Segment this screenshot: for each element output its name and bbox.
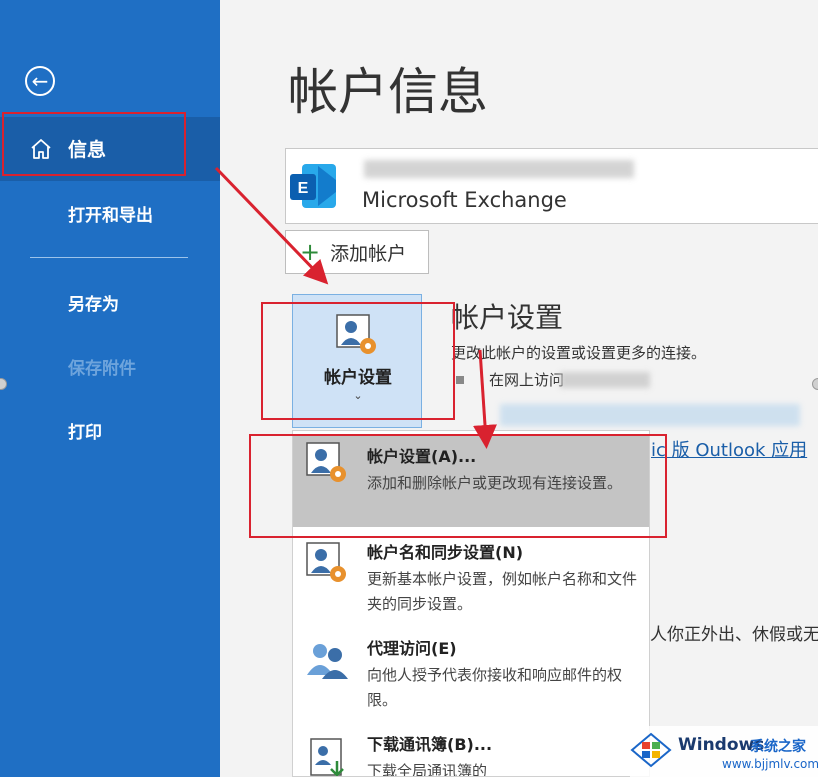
menu-item-description: 下载全局通讯簿的	[367, 762, 488, 777]
account-type: Microsoft Exchange	[362, 188, 567, 212]
annotation-box-account-settings	[261, 302, 455, 420]
out-of-office-text: 人你正外出、休假或无	[650, 625, 818, 645]
address-book-icon	[310, 738, 344, 776]
sidebar-divider	[30, 257, 188, 258]
watermark: Windows 系统之家 www.bjjmlv.com	[630, 726, 818, 777]
back-arrow-icon[interactable]: ←	[25, 66, 55, 96]
annotation-box-menu-item	[249, 434, 667, 538]
redacted-web-link	[560, 372, 650, 388]
menu-item-title: 下载通讯簿(B)...	[367, 735, 493, 754]
menu-item-delegate-access[interactable]: 代理访问(E) 向他人授予代表你接收和响应邮件的权限。	[293, 629, 649, 721]
people-icon	[307, 644, 348, 679]
svg-text:E: E	[298, 180, 309, 197]
account-settings-icon	[306, 542, 346, 582]
web-access-text: 在网上访问	[489, 371, 565, 389]
add-account-button[interactable]: + 添加帐户	[285, 230, 429, 274]
outlook-app-link[interactable]: ic 版 Outlook 应用	[651, 436, 807, 462]
menu-item-account-name-sync[interactable]: 帐户名和同步设置(N) 更新基本帐户设置，例如帐户名称和文件夹的同步设置。	[293, 535, 649, 627]
windows-logo-icon	[630, 732, 672, 768]
sidebar-item-print[interactable]: 打印	[68, 418, 102, 443]
menu-item-description: 向他人授予代表你接收和响应邮件的权限。	[367, 666, 623, 709]
sidebar-item-save-attachments: 保存附件	[68, 359, 136, 379]
watermark-brand-cn: 系统之家	[750, 739, 806, 755]
watermark-url: www.bjjmlv.com	[722, 757, 818, 771]
sidebar-item-open-export[interactable]: 打开和导出	[68, 201, 153, 226]
menu-item-download-address-book[interactable]: 下载通讯簿(B)... 下载全局通讯簿的	[293, 723, 649, 777]
bullet-icon	[456, 376, 464, 384]
redacted-account-email	[364, 160, 634, 178]
menu-item-title: 代理访问(E)	[367, 639, 457, 658]
annotation-box-info	[2, 112, 186, 176]
page-title: 帐户信息	[288, 63, 488, 121]
scroll-handle-right	[812, 378, 818, 390]
menu-item-title: 帐户名和同步设置(N)	[367, 543, 524, 562]
plus-icon: +	[300, 238, 321, 266]
add-account-label: 添加帐户	[330, 242, 407, 265]
account-settings-description: 更改此帐户的设置或设置更多的连接。	[451, 344, 707, 362]
sidebar-item-save-as[interactable]: 另存为	[68, 290, 119, 315]
menu-item-description: 更新基本帐户设置，例如帐户名称和文件夹的同步设置。	[367, 570, 638, 613]
redacted-web-url	[500, 404, 800, 426]
exchange-logo-icon: E	[290, 164, 336, 208]
account-settings-title: 帐户设置	[451, 301, 564, 334]
